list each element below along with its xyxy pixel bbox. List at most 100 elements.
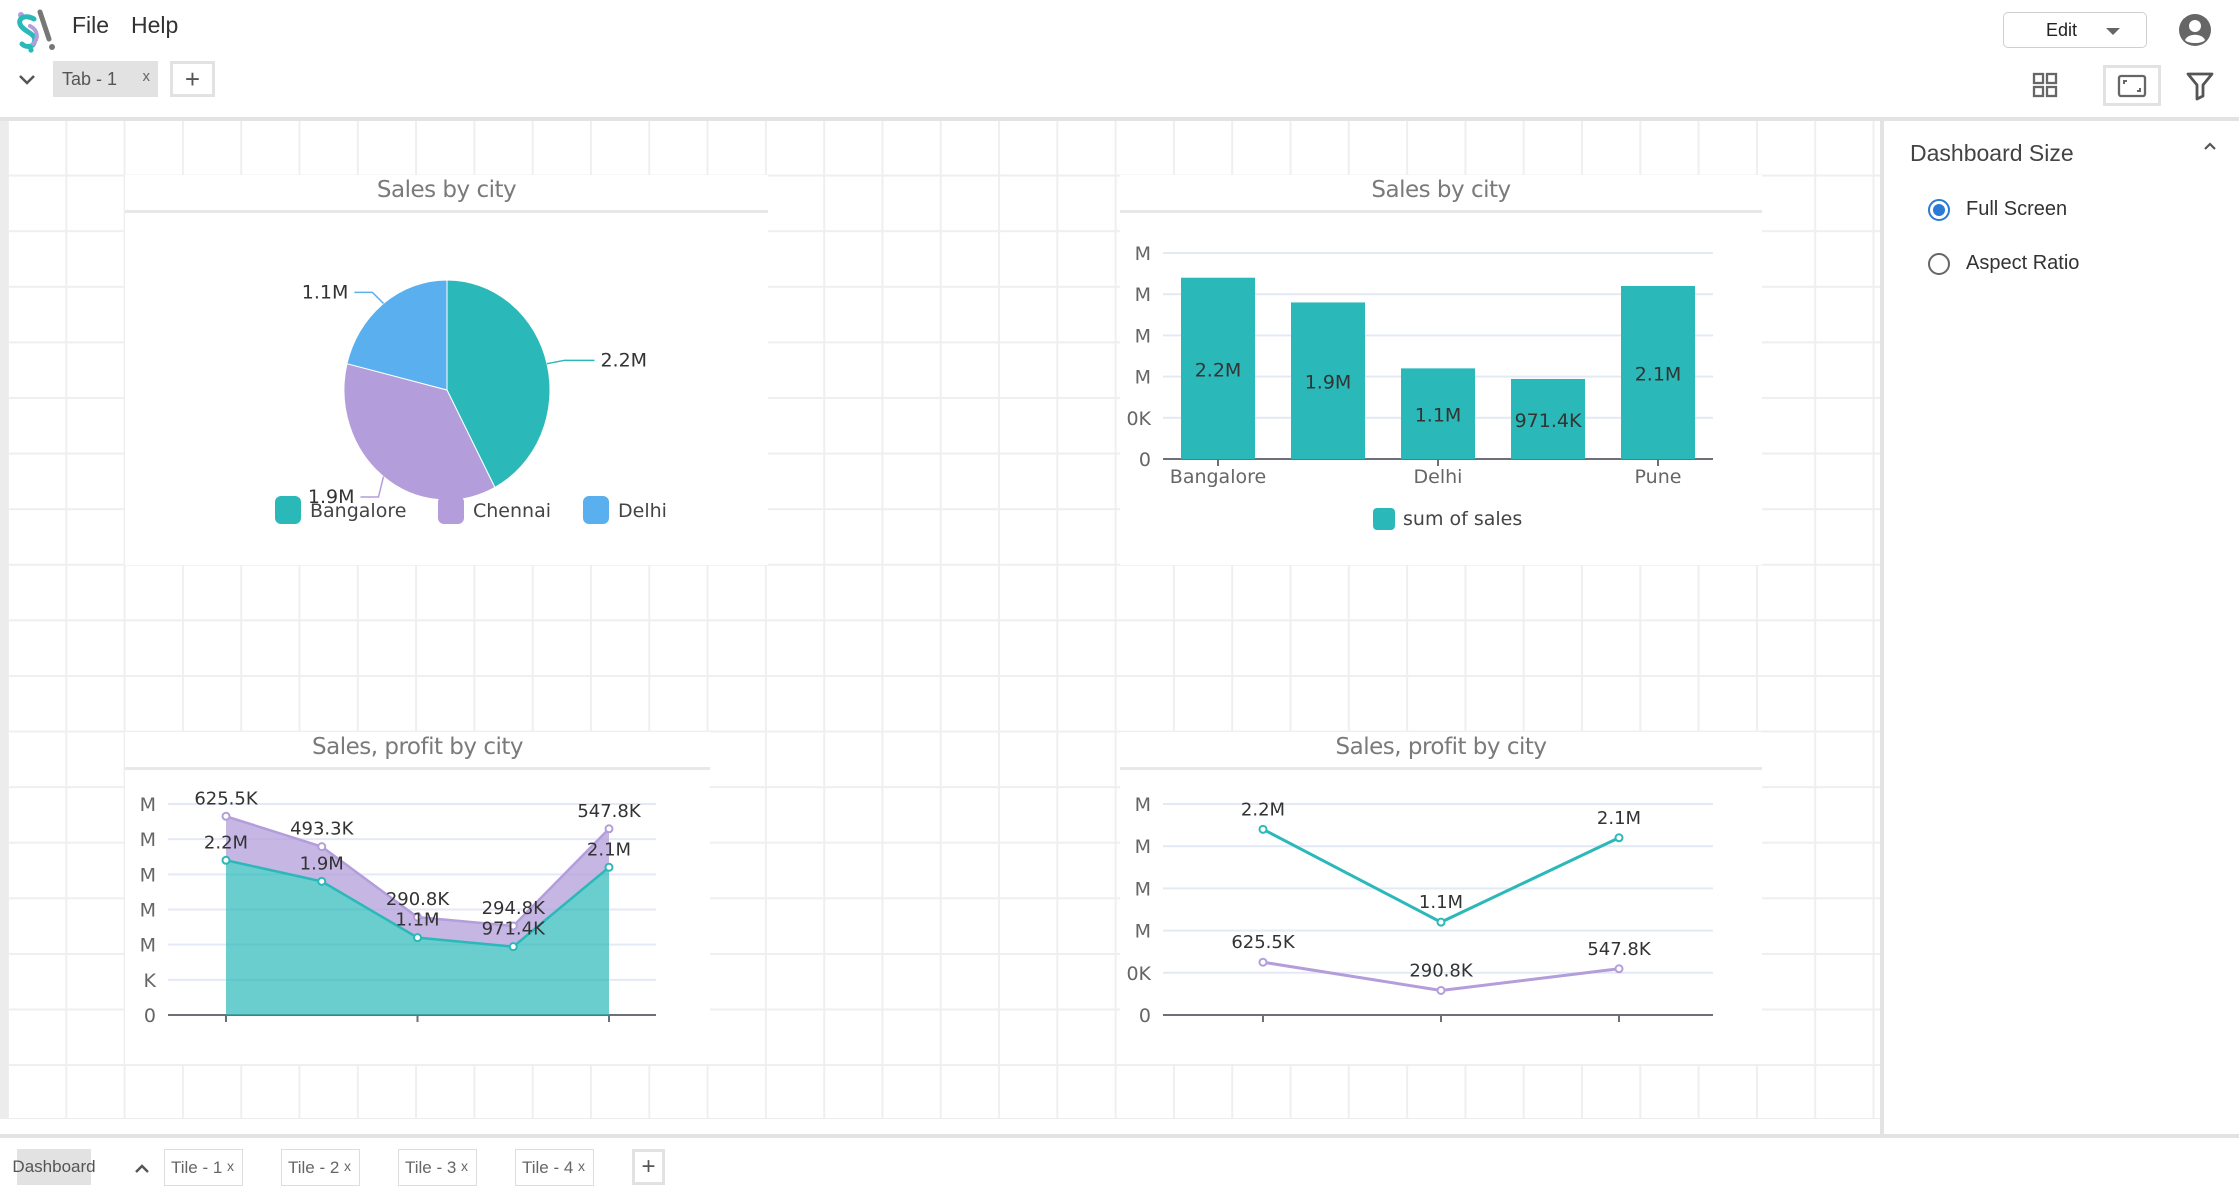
radio-button-selected[interactable] (1928, 198, 1950, 221)
dropdown-caret-icon (2106, 28, 2120, 35)
y-tick-label: M (1135, 878, 1151, 900)
tile-tab-3[interactable]: Tile - 3 x (398, 1149, 477, 1186)
sales-point (317, 876, 327, 886)
fit-screen-button[interactable] (2103, 65, 2161, 106)
profit-data-label: 625.5K (194, 788, 259, 809)
profit-point (1258, 957, 1268, 967)
sales-data-label: 971.4K (482, 919, 547, 940)
line-chart: 00KMMMM 2.2M1.1M2.1M625.5K290.8K547.8K (1126, 794, 1713, 1027)
pie-label-line (360, 476, 385, 498)
y-tick-label: M (1135, 921, 1151, 943)
profit-data-label: 625.5K (1231, 932, 1296, 953)
menu-help[interactable]: Help (131, 12, 178, 39)
sales-point (1614, 833, 1624, 843)
profit-data-label: 493.3K (290, 819, 355, 840)
legend-swatch (438, 496, 464, 524)
tile-line-chart[interactable]: Sales, profit by city 0 0K M M M M 2.2M 1.1M 2.1… (1120, 732, 1762, 1064)
bar-chart: 00KMMMM2.2MBangalore1.9M1.1MDelhi971.4K2… (1126, 243, 1713, 530)
filter-icon[interactable] (2183, 68, 2217, 102)
bar-data-label: 1.1M (1415, 405, 1462, 427)
y-tick-label: 0K (1126, 963, 1151, 985)
mode-dropdown-value: Edit (2046, 19, 2078, 40)
profit-data-label: 290.8K (386, 889, 451, 910)
app-logo-icon (17, 9, 55, 53)
pie-chart: 2.2M1.9M1.1MBangalore Chennai Delhi (275, 279, 667, 524)
close-tab-icon[interactable]: x (143, 68, 151, 85)
pie-data-label: 2.2M (600, 349, 647, 371)
sales-data-label: 2.1M (587, 839, 631, 860)
y-tick-label: 0 (1139, 449, 1151, 471)
tile-tab-label: Tile - 4 (522, 1157, 574, 1177)
y-tick-label: 0 (1139, 1005, 1151, 1027)
dashboard-size-title: Dashboard Size (1910, 140, 2074, 166)
y-tick-label: 0K (1126, 408, 1151, 430)
expand-tiles-chevron-icon[interactable] (132, 1160, 152, 1176)
tile-tab-label: Tile - 2 (288, 1157, 340, 1177)
y-tick-label: M (1135, 243, 1151, 265)
legend-swatch (583, 496, 609, 524)
legend-label: Chennai (473, 500, 551, 522)
y-tick-label: M (1135, 794, 1151, 816)
profit-point (317, 842, 327, 852)
y-tick-label: M (140, 935, 156, 957)
sales-point (413, 933, 422, 943)
tile-area-chart[interactable]: Sales, profit by city 0 K M M M M M 625.5K 2.2M 4… (125, 732, 710, 1064)
profit-point (221, 811, 231, 821)
y-tick-label: M (1135, 284, 1151, 306)
y-tick-label: M (1135, 367, 1151, 389)
fit-screen-icon (2117, 74, 2147, 98)
sales-point (508, 942, 518, 952)
tile-tab-1[interactable]: Tile - 1 x (164, 1149, 243, 1186)
tile-tab-2[interactable]: Tile - 2 x (281, 1149, 360, 1186)
add-tab-button[interactable]: + (170, 61, 215, 97)
profit-point (1614, 964, 1624, 974)
menu-file[interactable]: File (72, 12, 109, 39)
x-tick-label: Pune (1635, 466, 1682, 488)
tile-tab-label: Tile - 1 (171, 1157, 223, 1177)
sales-point (1258, 824, 1268, 834)
x-tick-label: Delhi (1414, 466, 1463, 488)
tile-tab-4[interactable]: Tile - 4 x (515, 1149, 594, 1186)
dashboard-tab[interactable]: Dashboard (12, 1149, 96, 1185)
close-tile-icon[interactable]: x (227, 1158, 234, 1174)
y-tick-label: M (140, 864, 156, 886)
radio-full-screen[interactable]: Full Screen (1928, 198, 2067, 221)
collapse-tabs-chevron-icon[interactable] (14, 66, 40, 92)
radio-label: Aspect Ratio (1966, 252, 2080, 274)
tile-pie-chart[interactable]: Sales by city 2.2M 1.9M 1.1M Bangalore Chenn… (125, 175, 768, 565)
pie-data-label: 1.1M (302, 281, 349, 303)
y-tick-label: M (140, 900, 156, 922)
bar-data-label: 1.9M (1305, 372, 1352, 394)
legend-label: Delhi (618, 500, 667, 522)
bar-data-label: 971.4K (1515, 410, 1582, 432)
user-account-icon[interactable] (2178, 13, 2212, 47)
close-tile-icon[interactable]: x (461, 1158, 468, 1174)
sales-data-label: 1.1M (1419, 892, 1463, 913)
close-tile-icon[interactable]: x (344, 1158, 351, 1174)
radio-button[interactable] (1928, 252, 1950, 275)
close-tile-icon[interactable]: x (578, 1158, 585, 1174)
mode-dropdown[interactable]: Edit (2003, 12, 2147, 48)
panel-divider[interactable] (1880, 121, 1884, 1135)
radio-aspect-ratio[interactable]: Aspect Ratio (1928, 252, 2079, 275)
sales-point (604, 862, 614, 872)
bar-data-label: 2.2M (1195, 359, 1242, 381)
legend-swatch (275, 496, 301, 524)
tab-1[interactable]: Tab - 1 x (53, 61, 158, 97)
collapse-section-chevron-icon[interactable] (2200, 136, 2220, 156)
grid-layout-icon[interactable] (2028, 68, 2062, 102)
radio-label: Full Screen (1966, 198, 2068, 220)
y-tick-label: K (144, 970, 157, 992)
tile-tab-label: Tile - 3 (405, 1157, 457, 1177)
canvas-footer (0, 1118, 1884, 1135)
sales-data-label: 2.1M (1597, 808, 1641, 829)
canvas-left-gutter (0, 121, 8, 1135)
profit-data-label: 294.8K (482, 898, 547, 919)
tile-bar-chart[interactable]: Sales by city 0 0K M M M M 2.2M Bangalore 1.9M 1.… (1120, 175, 1762, 565)
legend-label: sum of sales (1403, 508, 1522, 530)
add-tile-button[interactable]: + (632, 1149, 665, 1185)
pie-label-line (546, 359, 595, 365)
y-tick-label: M (140, 794, 156, 816)
profit-data-label: 547.8K (577, 801, 642, 822)
y-tick-label: M (1135, 325, 1151, 347)
